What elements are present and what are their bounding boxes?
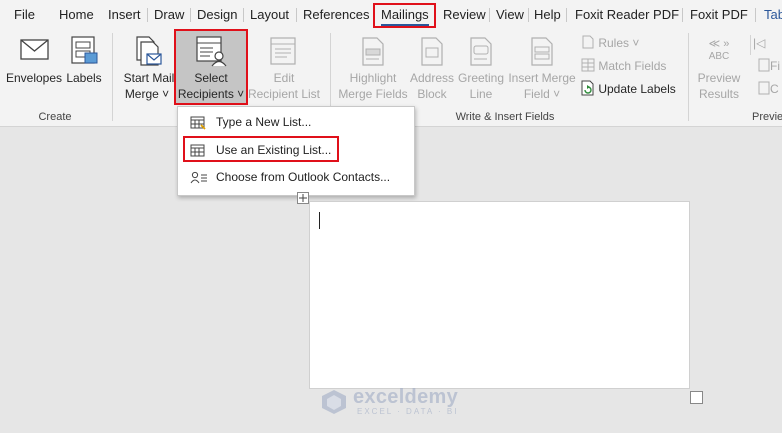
greeting-line-label-2: Line: [469, 87, 493, 101]
find-recipient-icon: [758, 58, 770, 72]
exceldemy-watermark: exceldemy EXCEL · DATA · BI: [320, 386, 470, 418]
start-mail-merge-icon: [136, 36, 162, 66]
tab-layout[interactable]: Layout: [250, 0, 289, 29]
tab-view[interactable]: View: [496, 0, 524, 29]
first-record-button[interactable]: |◁: [753, 33, 765, 53]
highlight-merge-fields-button[interactable]: Highlight Merge Fields: [336, 33, 410, 105]
edit-recipient-list-label-2: Recipient List: [247, 87, 321, 101]
match-fields-icon: [581, 58, 595, 72]
text-cursor: [319, 212, 320, 229]
find-recipient-label: Fi: [770, 59, 780, 73]
rules-icon: [582, 35, 594, 49]
match-fields-button[interactable]: Match Fields: [581, 56, 666, 76]
start-mail-merge-button[interactable]: Start Mail Merge ˅: [118, 33, 176, 105]
select-recipients-highlight-box: [174, 29, 248, 105]
check-errors-icon: [758, 81, 770, 95]
greeting-line-icon: [470, 37, 492, 66]
greeting-line-button[interactable]: Greeting Line: [456, 33, 506, 105]
document-table-area[interactable]: [309, 201, 690, 389]
tab-insert[interactable]: Insert: [108, 0, 141, 29]
tab-home[interactable]: Home: [59, 0, 94, 29]
highlight-merge-fields-label-2: Merge Fields: [338, 87, 408, 101]
address-block-icon: [421, 37, 443, 66]
group-label-preview: Previe: [752, 111, 782, 123]
envelope-icon: [20, 39, 49, 60]
menu-item-type-new-list-label: Type a New List...: [216, 115, 312, 129]
rules-label: Rules: [598, 36, 630, 50]
envelopes-button[interactable]: Envelopes: [4, 33, 64, 105]
insert-merge-field-label-2: Field ˅: [523, 87, 561, 101]
group-divider: [750, 35, 751, 55]
menu-item-choose-outlook-contacts-label: Choose from Outlook Contacts...: [216, 170, 391, 184]
labels-label: Labels: [66, 71, 102, 85]
preview-results-label-1: Preview: [697, 71, 741, 85]
mailings-tab-highlight-box: [373, 3, 436, 28]
update-labels-icon: [581, 80, 594, 96]
table-move-handle-icon[interactable]: [297, 192, 309, 204]
match-fields-label: Match Fields: [598, 59, 667, 73]
tab-foxit-pdf[interactable]: Foxit PDF: [690, 0, 748, 29]
labels-icon: [71, 36, 98, 64]
highlight-fields-icon: [362, 37, 384, 66]
address-block-button[interactable]: Address Block: [408, 33, 456, 105]
tab-divider: [682, 8, 683, 22]
new-list-icon: [190, 116, 206, 130]
start-mail-merge-label-1: Start Mail: [123, 71, 175, 85]
group-divider: [112, 33, 113, 121]
greeting-line-label-1: Greeting: [457, 71, 505, 85]
tab-help[interactable]: Help: [534, 0, 561, 29]
tab-divider: [243, 8, 244, 22]
check-errors-button[interactable]: C: [758, 79, 779, 99]
watermark-name: exceldemy: [353, 386, 458, 408]
tab-review[interactable]: Review: [443, 0, 486, 29]
check-errors-label: C: [770, 82, 779, 96]
tab-divider: [755, 8, 756, 22]
tab-references[interactable]: References: [303, 0, 369, 29]
preview-abc-label: ABC: [708, 51, 730, 62]
insert-merge-field-label-1: Insert Merge: [508, 71, 576, 85]
tab-divider: [489, 8, 490, 22]
tab-table-cut[interactable]: Tab: [764, 0, 782, 29]
insert-merge-field-button[interactable]: Insert Merge Field ˅: [506, 33, 578, 105]
insert-merge-field-icon: [531, 37, 553, 66]
menu-item-choose-outlook-contacts[interactable]: Choose from Outlook Contacts...: [178, 164, 414, 190]
find-recipient-button[interactable]: Fi: [758, 56, 780, 76]
edit-recipient-list-label-1: Edit: [273, 71, 295, 85]
move-arrows-icon: [299, 194, 307, 202]
contacts-icon: [190, 171, 207, 184]
highlight-merge-fields-label-1: Highlight: [349, 71, 397, 85]
exceldemy-logo-icon: [322, 390, 346, 414]
menu-item-type-new-list[interactable]: Type a New List...: [178, 109, 414, 135]
preview-results-label-2: Results: [698, 87, 739, 101]
update-labels-label: Update Labels: [598, 82, 676, 96]
tab-divider: [147, 8, 148, 22]
address-block-label-2: Block: [417, 87, 447, 101]
tab-divider: [566, 8, 567, 22]
start-mail-merge-label-2: Merge ˅: [124, 87, 170, 101]
tab-divider: [296, 8, 297, 22]
group-label-create: Create: [38, 111, 72, 123]
use-existing-list-highlight-box: [183, 136, 339, 162]
preview-results-button[interactable]: ≪ » ABC Preview Results: [692, 33, 746, 105]
edit-list-icon: [270, 37, 296, 65]
edit-recipient-list-button[interactable]: Edit Recipient List: [246, 33, 322, 105]
group-label-write-insert-fields: Write & Insert Fields: [455, 111, 555, 123]
envelopes-label: Envelopes: [5, 71, 63, 85]
tab-foxit-reader-pdf[interactable]: Foxit Reader PDF: [575, 0, 679, 29]
tab-draw[interactable]: Draw: [154, 0, 184, 29]
watermark-tagline: EXCEL · DATA · BI: [357, 407, 459, 416]
tab-file[interactable]: File: [14, 0, 35, 29]
tab-design[interactable]: Design: [197, 0, 237, 29]
group-divider: [688, 33, 689, 121]
tab-divider: [190, 8, 191, 22]
tab-divider: [528, 8, 529, 22]
labels-button[interactable]: Labels: [64, 33, 104, 105]
address-block-label-1: Address: [409, 71, 455, 85]
rules-button[interactable]: Rules ˅: [581, 33, 639, 53]
first-record-icon: |◁: [753, 36, 766, 50]
table-resize-handle[interactable]: [690, 391, 703, 404]
update-labels-button[interactable]: Update Labels: [581, 79, 676, 99]
